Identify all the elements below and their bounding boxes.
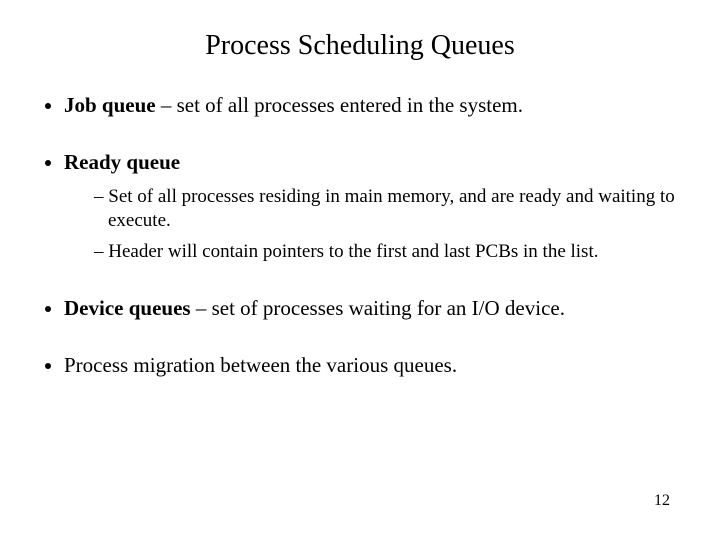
bullet-process-migration-text: Process migration between the various qu… [64,353,457,377]
sub-bullet-ready-1: Set of all processes residing in main me… [94,185,680,234]
slide-title: Process Scheduling Queues [40,30,680,62]
slide: Process Scheduling Queues Job queue – se… [0,0,720,540]
bullet-device-queues: Device queues – set of processes waiting… [64,295,680,322]
bullet-job-queue: Job queue – set of all processes entered… [64,92,680,119]
bullet-ready-queue-sublist: Set of all processes residing in main me… [64,185,680,265]
bullet-process-migration: Process migration between the various qu… [64,352,680,379]
bullet-ready-queue-term: Ready queue [64,150,180,174]
bullet-list: Job queue – set of all processes entered… [40,92,680,379]
bullet-device-queues-text: – set of processes waiting for an I/O de… [191,296,565,320]
bullet-ready-queue: Ready queue Set of all processes residin… [64,149,680,264]
bullet-device-queues-term: Device queues [64,296,191,320]
bullet-job-queue-term: Job queue [64,93,156,117]
sub-bullet-ready-2: Header will contain pointers to the firs… [94,240,680,265]
bullet-job-queue-text: – set of all processes entered in the sy… [156,93,523,117]
page-number: 12 [654,492,670,510]
